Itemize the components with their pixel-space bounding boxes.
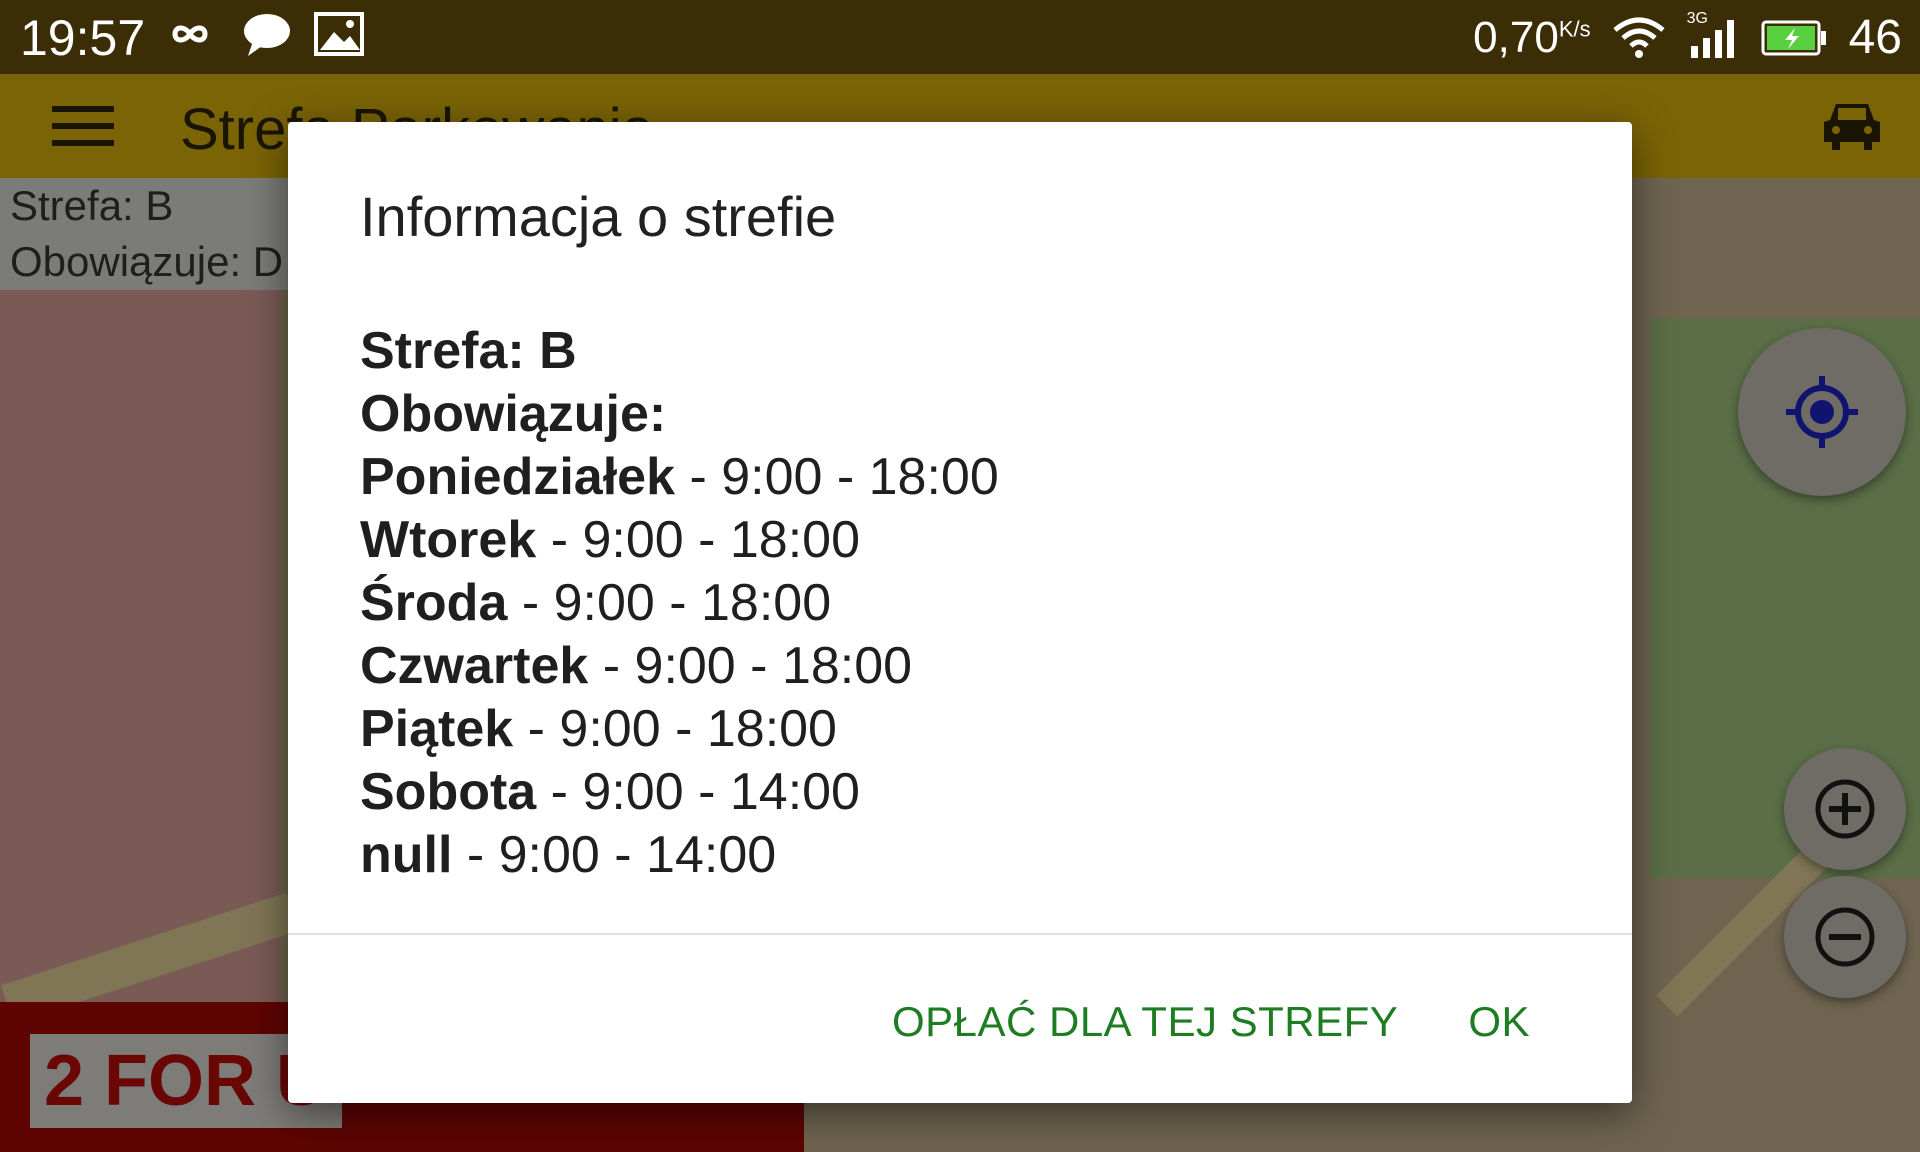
pay-for-zone-button[interactable]: OPŁAĆ DLA TEJ STREFY <box>892 998 1398 1046</box>
schedule-line: Środa - 9:00 - 18:00 <box>360 574 832 632</box>
menu-icon[interactable] <box>52 102 114 150</box>
zone-info-dialog: Informacja o strefie Strefa: B Obowiązuj… <box>288 122 1632 1103</box>
wifi-icon <box>1613 17 1665 58</box>
dialog-actions: OPŁAĆ DLA TEJ STREFY OK <box>892 998 1530 1046</box>
clock: 19:57 <box>20 10 146 66</box>
schedule-line: Czwartek - 9:00 - 18:00 <box>360 637 913 695</box>
network-speed: 0,70K/s <box>1473 12 1591 62</box>
dialog-divider <box>288 933 1632 935</box>
ok-button[interactable]: OK <box>1468 998 1530 1046</box>
schedule-line: Wtorek - 9:00 - 18:00 <box>360 511 861 569</box>
zone-info-panel: Strefa: B Obowiązuje: D <box>0 178 300 290</box>
plus-icon <box>1815 779 1875 839</box>
notification-icons <box>160 12 364 56</box>
minus-icon <box>1815 907 1875 967</box>
zoom-in-button[interactable] <box>1784 748 1906 870</box>
zone-label: Strefa: B <box>10 182 174 229</box>
zone-validity-label: Obowiązuje: D <box>10 238 284 285</box>
dialog-body: Strefa: B Obowiązuje: Poniedziałek - 9:0… <box>360 320 999 887</box>
schedule-line: Piątek - 9:00 - 18:00 <box>360 700 837 758</box>
schedule-line: null - 9:00 - 14:00 <box>360 826 777 884</box>
schedule-line: Sobota - 9:00 - 14:00 <box>360 763 860 821</box>
dialog-title: Informacja o strefie <box>360 185 837 248</box>
chat-bubble-icon <box>244 14 290 56</box>
crosshair-icon <box>1786 376 1858 448</box>
signal-icon: 3G <box>1687 10 1739 60</box>
schedule-line: Obowiązuje: <box>360 385 667 443</box>
car-icon[interactable] <box>1822 96 1882 152</box>
my-location-button[interactable] <box>1738 328 1906 496</box>
schedule-line: Poniedziałek - 9:00 - 18:00 <box>360 448 999 506</box>
schedule-line: Strefa: B <box>360 322 577 380</box>
status-bar: 19:57 0,70K/s 3G 46 <box>0 0 1920 74</box>
system-indicators: 0,70K/s 3G 46 <box>1473 10 1902 65</box>
battery-percent: 46 <box>1848 11 1902 64</box>
battery-charging-icon <box>1761 20 1826 55</box>
infinity-icon <box>172 25 208 43</box>
image-icon <box>314 12 364 56</box>
zoom-out-button[interactable] <box>1784 876 1906 998</box>
